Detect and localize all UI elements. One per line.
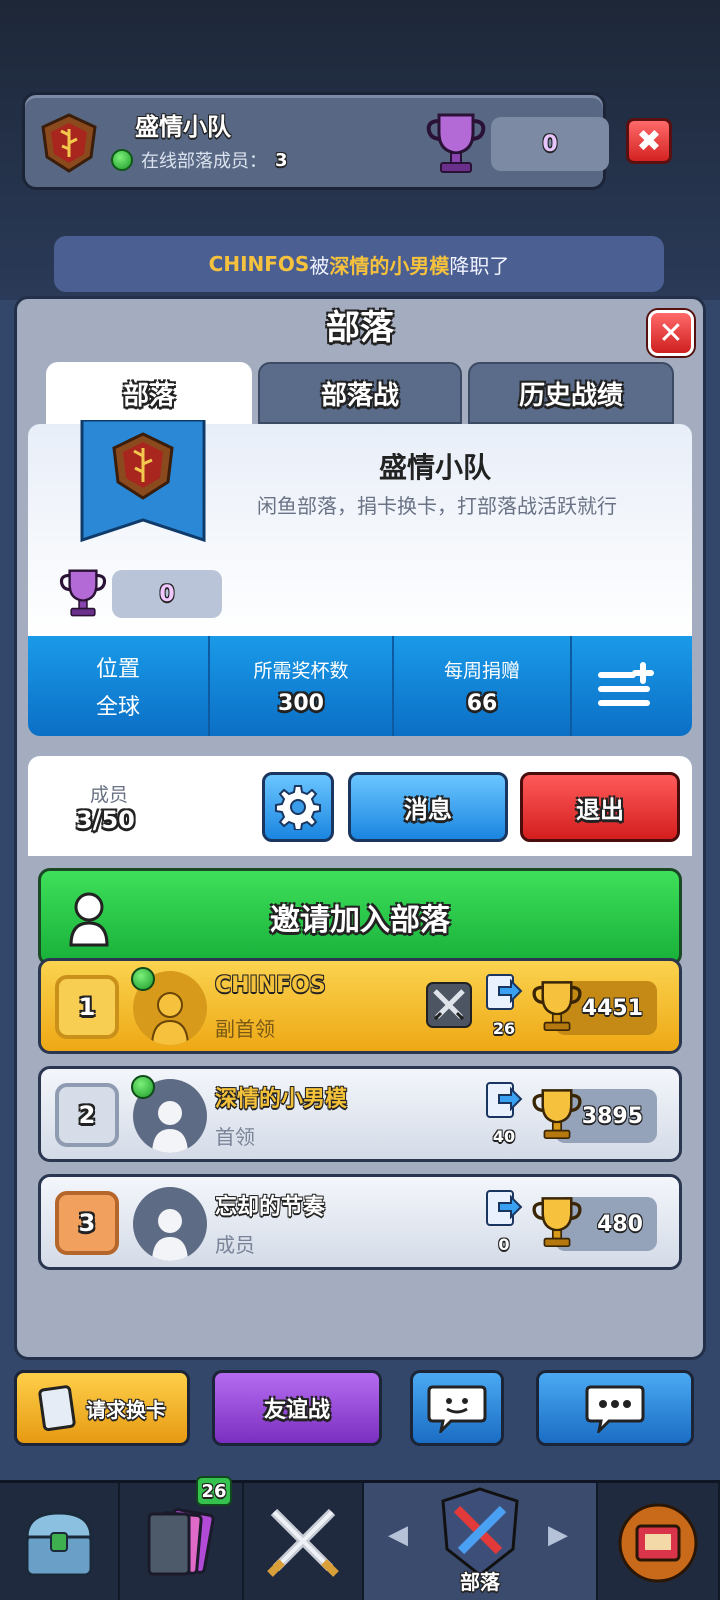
list-plus-icon (598, 662, 654, 706)
stat-weekly-donations: 每周捐赠 66 (394, 636, 572, 736)
clan-header-card[interactable]: 盛情小队 在线部落成员： 3 0 (22, 92, 609, 190)
member-role: 首领 (215, 1125, 255, 1149)
request-cards-label: 请求换卡 (86, 1397, 166, 1422)
chat-button[interactable] (536, 1370, 694, 1446)
invite-to-clan-button[interactable]: 邀请加入部落 (38, 868, 682, 966)
chat-bubble-icon (585, 1385, 645, 1433)
bottom-nav (0, 1480, 720, 1600)
crossed-swords-icon (426, 982, 472, 1028)
friendly-battle-button[interactable]: 友谊战 (212, 1370, 382, 1446)
member-rank: 2 (55, 1083, 119, 1147)
member-role: 成员 (215, 1233, 255, 1257)
person-icon (151, 992, 189, 1045)
trophy-icon (532, 1089, 582, 1139)
stat-weekly-label: 每周捐赠 (443, 660, 520, 682)
member-name: 深情的小男模 (215, 1087, 348, 1112)
member-rank: 1 (55, 975, 119, 1039)
header-clan-name: 盛情小队 (135, 113, 231, 141)
nav-clan-label: 部落 (460, 1570, 500, 1594)
header-close-button[interactable]: ✖ (626, 118, 672, 164)
member-donations: 0 (498, 1235, 510, 1254)
gear-icon (275, 785, 321, 830)
stat-required-value: 300 (278, 691, 324, 716)
exit-clan-button[interactable]: 退出 (520, 772, 680, 842)
notif-tail-text: 降职了 (449, 253, 510, 278)
clan-menu-button[interactable] (572, 636, 682, 736)
nav-events[interactable] (598, 1483, 720, 1600)
purple-trophy-icon (59, 569, 107, 617)
invite-label: 邀请加入部落 (270, 903, 450, 938)
clan-name: 盛情小队 (378, 451, 491, 484)
card-icon (38, 1385, 76, 1432)
clan-description: 闲鱼部落，捐卡换卡，打部落战活跃就行 (257, 494, 617, 518)
clan-banner-icon (80, 420, 206, 543)
settings-button[interactable] (262, 772, 334, 842)
member-row[interactable]: 1 CHINFOS 副首领 26 4451 (38, 958, 682, 1054)
members-count: 3/50 (76, 806, 135, 834)
trophy-icon (532, 1197, 582, 1247)
member-donations: 40 (492, 1127, 516, 1146)
member-name: 忘却的节奏 (215, 1195, 326, 1220)
stat-location-label: 位置 (95, 657, 140, 682)
notif-target-name: CHINFOS (208, 252, 310, 276)
person-icon (152, 1101, 188, 1153)
clan-badge-icon (41, 113, 97, 173)
panel-close-button[interactable]: ✕ (648, 310, 694, 356)
tab-clan[interactable]: 部落 (46, 362, 252, 424)
nav-shop[interactable] (0, 1483, 120, 1600)
crossed-swords-icon (267, 1508, 339, 1577)
laurel-crown-icon (618, 1503, 698, 1583)
notif-actor-name: 深情的小男模 (329, 253, 450, 278)
treasure-chest-icon (25, 1511, 93, 1577)
clan-trophy-score: 0 (112, 570, 222, 618)
member-donations: 26 (492, 1019, 516, 1038)
online-label: 在线部落成员： (141, 151, 267, 172)
online-count: 3 (275, 149, 288, 171)
notif-middle-text: 被 (309, 253, 330, 278)
panel-title: 部落 (326, 308, 394, 348)
member-row[interactable]: 3 忘却的节奏 成员 0 480 (38, 1174, 682, 1270)
trophy-icon (532, 981, 582, 1031)
message-button[interactable]: 消息 (348, 772, 508, 842)
request-cards-button[interactable]: 请求换卡 (14, 1370, 190, 1446)
online-members: 在线部落成员： 3 (111, 147, 288, 173)
online-dot-icon (111, 149, 133, 171)
online-dot-icon (131, 967, 155, 991)
header-trophy-score: 0 (491, 117, 609, 171)
cards-deck-icon (147, 1508, 215, 1576)
avatar (133, 1187, 207, 1261)
purple-trophy-icon (426, 113, 486, 173)
clan-stats-bar: 位置 全球 所需奖杯数 300 每周捐赠 66 (28, 636, 692, 736)
person-icon (152, 1209, 188, 1261)
tab-clan-war[interactable]: 部落战 (258, 362, 462, 424)
card-donation-icon (486, 974, 523, 1010)
stat-required-label: 所需奖杯数 (253, 660, 349, 682)
nav-prev-arrow-icon[interactable]: ◀ (388, 1520, 408, 1550)
stat-required-trophies: 所需奖杯数 300 (210, 636, 394, 736)
emote-button[interactable] (410, 1370, 504, 1446)
member-rank: 3 (55, 1191, 119, 1255)
stat-location-value: 全球 (95, 695, 140, 720)
nav-next-arrow-icon[interactable]: ▶ (548, 1520, 568, 1550)
card-donation-icon (486, 1082, 523, 1118)
person-icon (69, 892, 109, 947)
card-donation-icon (486, 1190, 523, 1226)
member-row[interactable]: 2 深情的小男模 首领 40 3895 (38, 1066, 682, 1162)
clan-notification: CHINFOS 被 深情的小男模 降职了 (54, 236, 664, 292)
smiley-chat-icon (427, 1385, 487, 1433)
member-role: 副首领 (215, 1017, 275, 1041)
members-label: 成员 (90, 784, 129, 806)
nav-battle[interactable] (244, 1483, 364, 1600)
stat-location: 位置 全球 (28, 636, 210, 736)
online-dot-icon (131, 1075, 155, 1099)
tab-war-history[interactable]: 历史战绩 (468, 362, 674, 424)
cards-count-badge: 26 (196, 1476, 232, 1506)
member-name: CHINFOS (215, 973, 326, 998)
stat-weekly-value: 66 (466, 691, 498, 716)
